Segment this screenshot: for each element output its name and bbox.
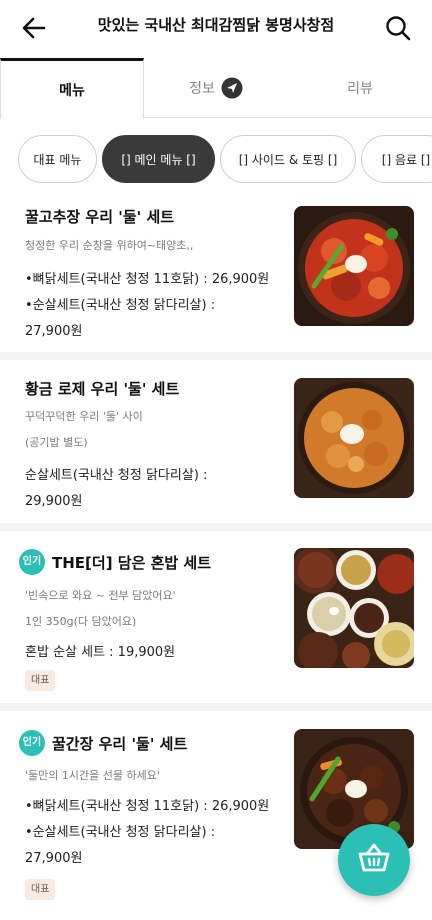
featured-tag: 대표 <box>25 879 56 900</box>
tab-info[interactable]: 정보 <box>144 58 288 118</box>
menu-item-price: •뼈닭세트(국내산 청정 11호닭) : 26,900원 <box>25 272 270 287</box>
chip-label: [] 음료 [] <box>381 152 431 167</box>
tab-menu[interactable]: 메뉴 <box>0 58 144 119</box>
menu-item[interactable]: 꿀고추장 우리 '둘' 세트 청정한 우리 순창을 위하여~태양초,, •뼈닭세… <box>0 190 432 360</box>
menu-item-image <box>294 206 414 326</box>
tab-review-label: 리뷰 <box>347 81 373 97</box>
menu-item-image <box>294 548 414 668</box>
menu-item-image <box>294 378 414 498</box>
cart-button[interactable] <box>338 824 410 896</box>
tab-info-label: 정보 <box>189 81 215 97</box>
back-arrow-icon[interactable] <box>18 12 50 44</box>
menu-item-price: 혼밥 순살 세트 : 19,900원 <box>25 645 176 660</box>
chip-label: [] 사이드 & 토핑 [] <box>238 152 338 167</box>
menu-item-price: •순살세트(국내산 청정 닭다리살) : <box>25 298 216 313</box>
featured-tag: 대표 <box>25 670 56 691</box>
menu-item-desc: (공기밥 별도) <box>25 436 88 449</box>
menu-item[interactable]: 황금 로제 우리 '둘' 세트 꾸덕꾸덕한 우리 '둘' 사이 (공기밥 별도)… <box>0 360 432 531</box>
chip-label: [] 메인 메뉴 [] <box>121 152 196 167</box>
menu-item-price: 27,900원 <box>25 851 83 866</box>
chip-drinks[interactable]: [] 음료 [] <box>361 135 432 183</box>
store-title: 맛있는 국내산 최대감찜닭 봉명사창점 <box>97 16 335 34</box>
menu-item-name: 인기 THE[더] 담은 혼밥 세트 <box>19 549 212 575</box>
menu-item-name-text: THE[더] 담은 혼밥 세트 <box>52 553 212 572</box>
menu-item-desc: 청정한 우리 순창을 위하여~태양초,, <box>25 239 194 252</box>
tab-menu-label: 메뉴 <box>59 83 85 99</box>
menu-item-desc: 1인 350g(다 담았어요) <box>25 615 137 628</box>
menu-item[interactable]: 인기 THE[더] 담은 혼밥 세트 '빈속으로 와요 ~ 전부 담았어요' 1… <box>0 531 432 711</box>
chip-label: 대표 메뉴 <box>33 152 82 167</box>
menu-item-desc: '둘만의 1시간을 선물 하세요' <box>25 769 160 782</box>
menu-item-price: •뼈닭세트(국내산 청정 11호닭) : 26,900원 <box>25 799 270 814</box>
menu-item-price: 27,900원 <box>25 324 83 339</box>
shopping-basket-icon <box>355 839 393 881</box>
menu-item-price: •순살세트(국내산 청정 닭다리살) : <box>25 825 216 840</box>
menu-item-desc: 꾸덕꾸덕한 우리 '둘' 사이 <box>25 410 143 423</box>
main-tabs: 메뉴 정보 리뷰 <box>0 58 432 119</box>
app-header: 맛있는 국내산 최대감찜닭 봉명사창점 <box>0 0 432 54</box>
menu-item-name: 꿀고추장 우리 '둘' 세트 <box>25 206 174 227</box>
menu-item-name: 황금 로제 우리 '둘' 세트 <box>25 378 179 399</box>
category-chips: 대표 메뉴 [] 메인 메뉴 [] [] 사이드 & 토핑 [] [] 음료 [… <box>0 132 432 186</box>
menu-item-name-text: 꿀고추장 우리 '둘' 세트 <box>25 208 175 226</box>
menu-item-price: 순살세트(국내산 청정 닭다리살) : <box>25 468 208 483</box>
menu-item-desc: '빈속으로 와요 ~ 전부 담았어요' <box>25 589 176 602</box>
chip-side-topping[interactable]: [] 사이드 & 토핑 [] <box>220 135 356 183</box>
menu-item-name: 인기 꿀간장 우리 '둘' 세트 <box>19 730 188 756</box>
tab-review[interactable]: 리뷰 <box>288 58 432 118</box>
chip-main-menu[interactable]: [] 메인 메뉴 [] <box>102 135 215 183</box>
search-icon[interactable] <box>382 12 414 44</box>
chip-featured[interactable]: 대표 메뉴 <box>18 135 97 183</box>
navigation-icon <box>221 77 243 99</box>
menu-item-price: 29,900원 <box>25 494 83 509</box>
menu-item-name-text: 꿀간장 우리 '둘' 세트 <box>52 734 188 753</box>
popular-badge: 인기 <box>19 549 45 575</box>
popular-badge: 인기 <box>19 730 45 756</box>
menu-item-name-text: 황금 로제 우리 '둘' 세트 <box>25 380 180 398</box>
